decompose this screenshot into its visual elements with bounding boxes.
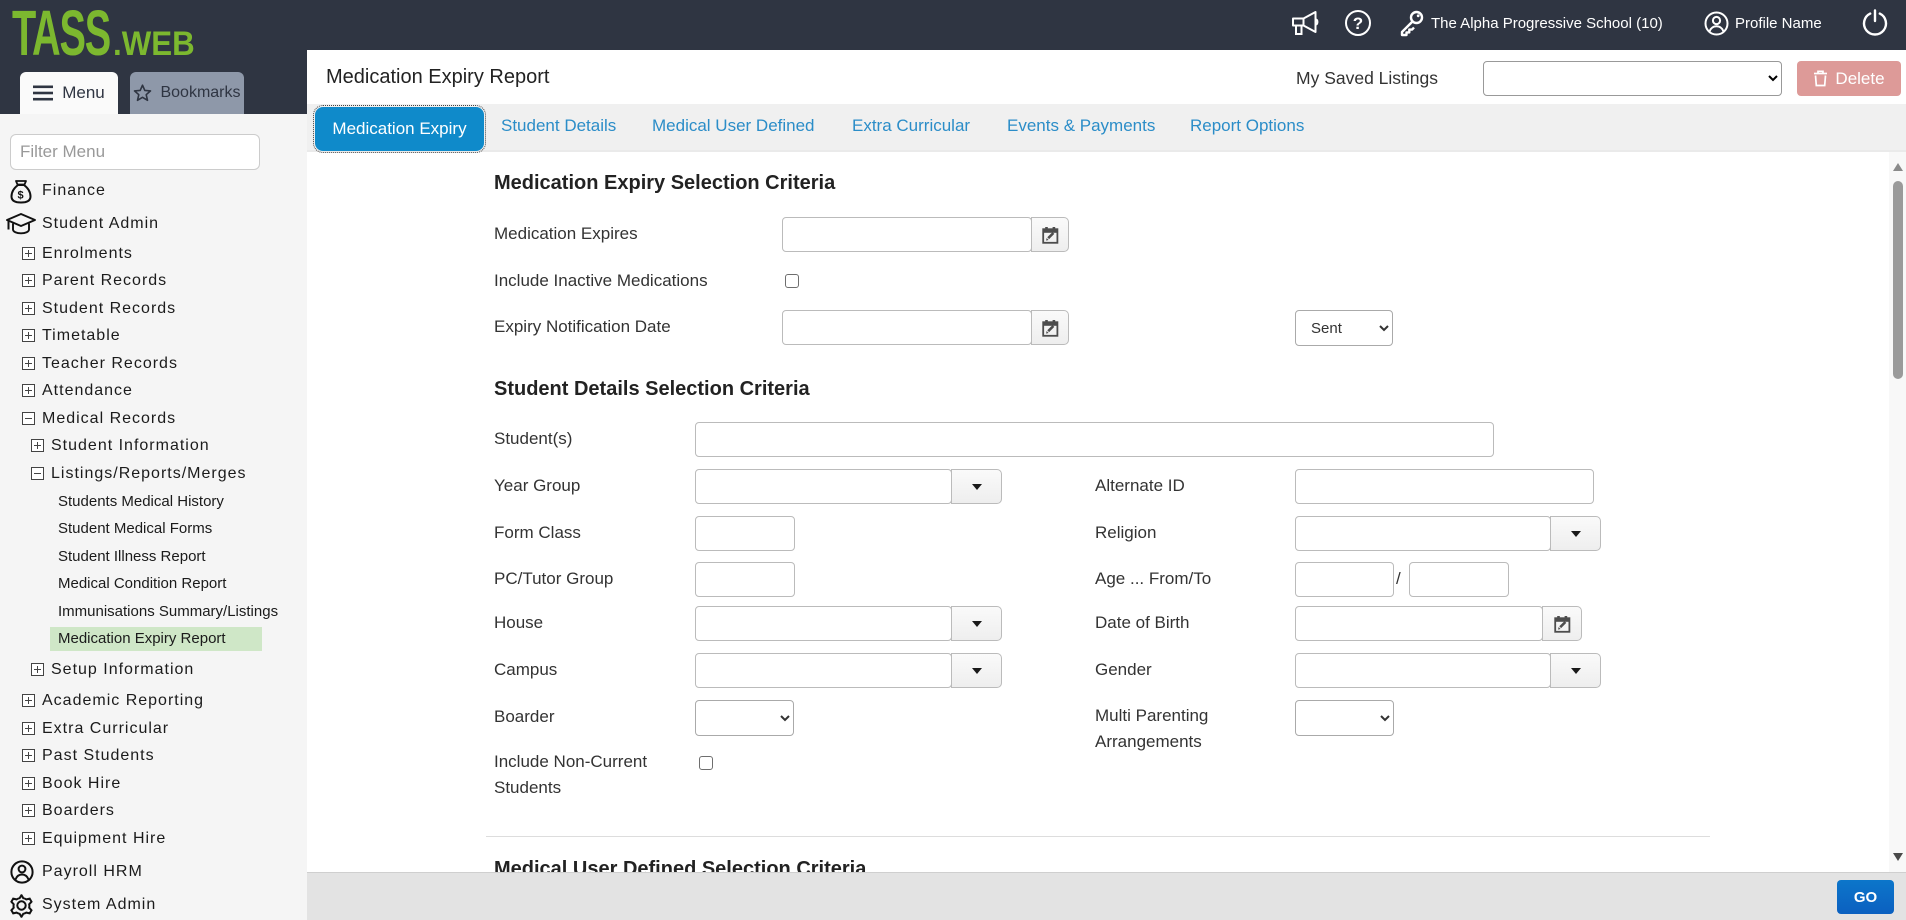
svg-text:$: $ — [17, 190, 24, 202]
svg-text:?: ? — [1353, 14, 1363, 33]
